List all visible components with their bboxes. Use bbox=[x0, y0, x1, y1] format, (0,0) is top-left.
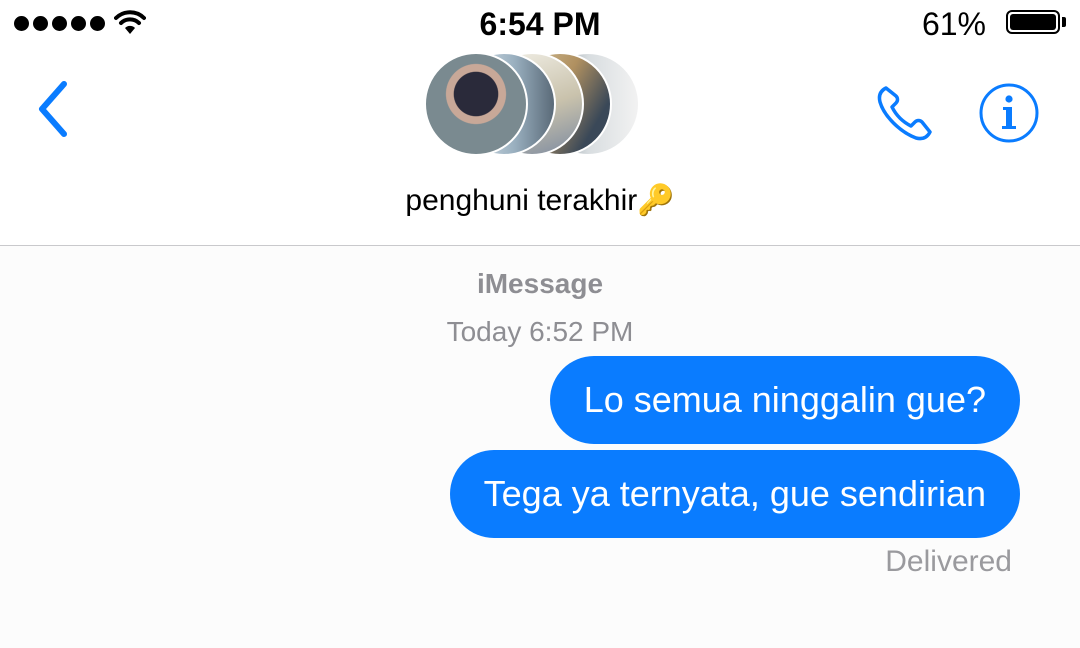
chat-title[interactable]: penghuni terakhir🔑 bbox=[0, 183, 1080, 218]
group-avatars[interactable] bbox=[424, 52, 660, 156]
message-bubble-sent[interactable]: Lo semua ninggalin gue? bbox=[549, 356, 1020, 444]
avatar bbox=[424, 52, 528, 156]
battery-icon bbox=[1006, 10, 1060, 34]
back-chevron-icon[interactable] bbox=[30, 78, 80, 140]
service-label: iMessage bbox=[476, 268, 604, 299]
info-icon[interactable] bbox=[978, 82, 1040, 144]
status-time: 6:54 PM bbox=[479, 6, 601, 42]
delivery-status: Delivered bbox=[885, 545, 1012, 578]
battery-tip bbox=[1062, 17, 1066, 27]
phone-icon[interactable] bbox=[872, 80, 938, 146]
status-bar: 6:54 PM 61% bbox=[0, 0, 1080, 48]
battery-percent: 61% bbox=[921, 6, 986, 42]
navigation-header: 6:54 PM 61% penghuni terakhir🔑 bbox=[0, 0, 1080, 246]
message-timestamp: Today 6:52 PM bbox=[446, 316, 634, 347]
message-bubble-sent[interactable]: Tega ya ternyata, gue sendirian bbox=[449, 450, 1020, 538]
